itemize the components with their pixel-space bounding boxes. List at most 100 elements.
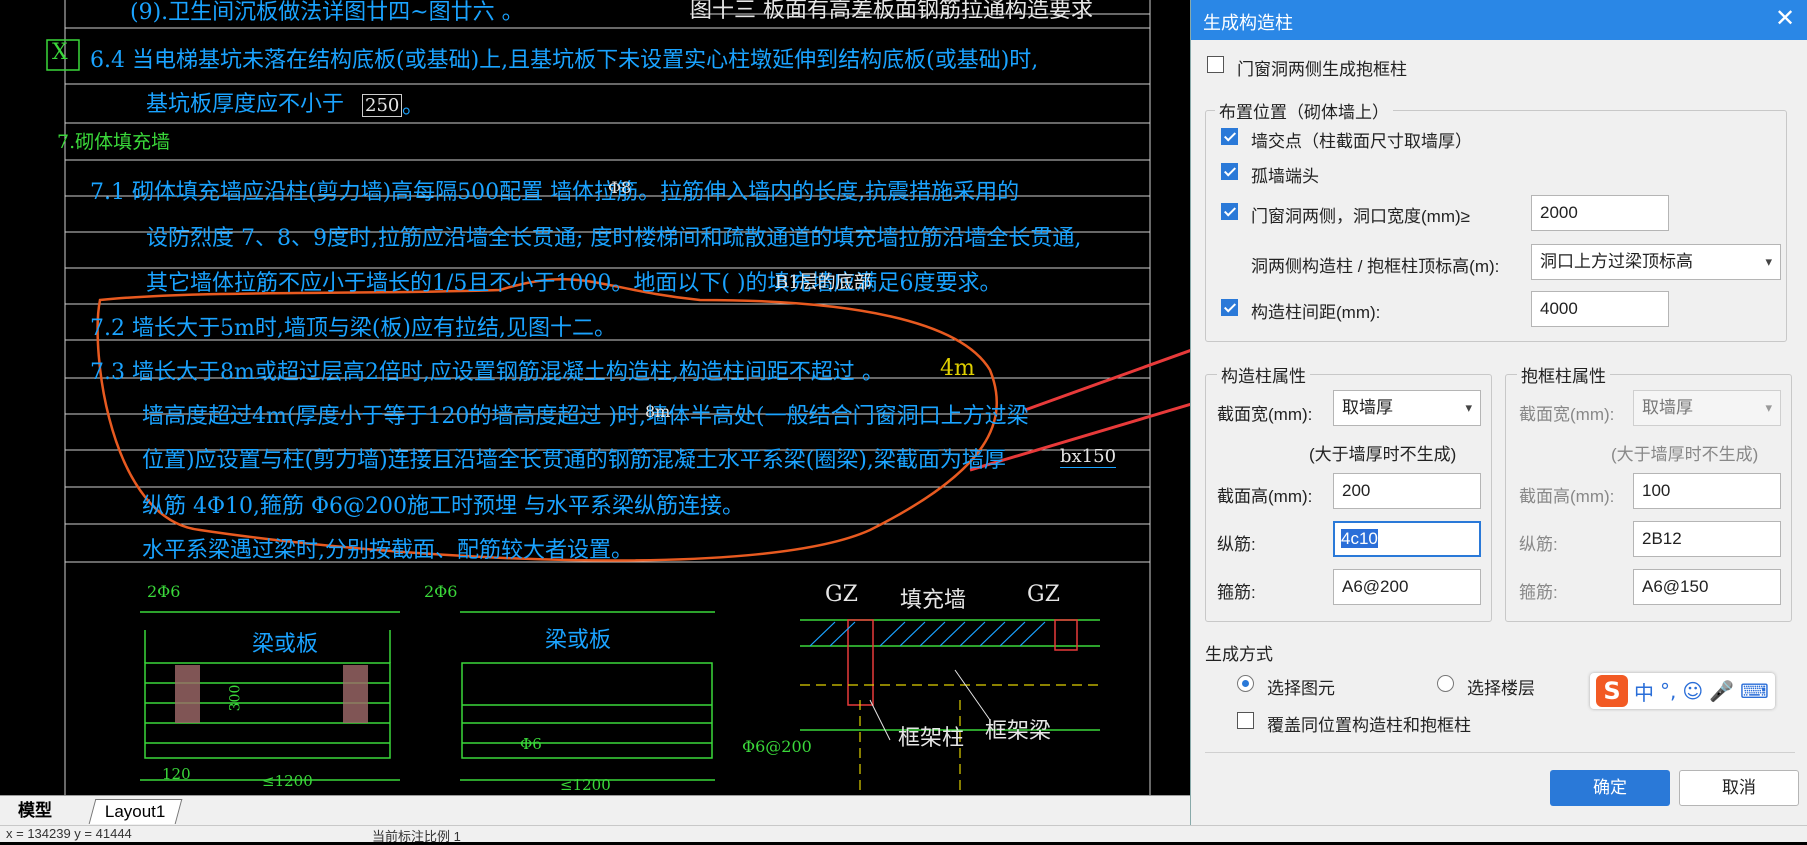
- bk-height-label: 截面高(mm):: [1519, 487, 1615, 506]
- bk-long-bar-input[interactable]: 2B12: [1633, 521, 1781, 557]
- bk-stirrup-label: 箍筋:: [1519, 583, 1558, 602]
- spacing-checkbox[interactable]: [1221, 299, 1238, 316]
- select-element-radio[interactable]: [1237, 675, 1254, 692]
- top-elevation-label: 洞两侧构造柱 / 抱框柱顶标高(m):: [1251, 257, 1500, 276]
- select-element-label: 选择图元: [1267, 679, 1335, 698]
- cad-line-72: 7.2 墙长大于5m时,墙顶与梁(板)应有拉结,见图十二。: [90, 316, 616, 341]
- keyboard-icon[interactable]: ⌨: [1740, 679, 1769, 703]
- bk-stirrup-input[interactable]: A6@150: [1633, 569, 1781, 605]
- cad-liangchengban-1: 梁或板: [252, 632, 319, 657]
- sogou-logo-icon: S: [1596, 675, 1628, 707]
- door-window-frame-checkbox[interactable]: [1207, 56, 1224, 73]
- status-bar: x = 134239 y = 41444 当前标注比例 1: [0, 825, 1807, 844]
- gz-stirrup-label: 箍筋:: [1217, 583, 1256, 602]
- cad-dim-1200-b: ≤1200: [560, 776, 611, 794]
- ime-lang[interactable]: 中: [1634, 677, 1654, 706]
- cad-d8: Φ8: [608, 178, 632, 197]
- gz-no-generate-note: (大于墙厚时不生成): [1309, 445, 1457, 464]
- cad-dim-120: 120: [162, 765, 191, 783]
- isolated-wall-end-checkbox[interactable]: [1221, 163, 1238, 180]
- tab-layout1-label: Layout1: [104, 802, 166, 821]
- cad-tianchongqiang: 填充墙: [900, 588, 967, 613]
- opening-sides-label: 门窗洞两侧，洞口宽度(mm)≥: [1251, 207, 1470, 226]
- tab-model[interactable]: 模型: [6, 799, 64, 823]
- cad-line-71b: 设防烈度 7、8、9度时,拉筋应沿墙全长贯通; 度时楼梯间和疏散通道的填充墙拉筋…: [146, 226, 1082, 251]
- gz-long-bar-input[interactable]: 4c10: [1333, 521, 1481, 557]
- gz-width-value: 取墙厚: [1342, 398, 1393, 417]
- ime-punct-icon[interactable]: °,: [1660, 679, 1676, 703]
- status-scale: 当前标注比例 1: [372, 829, 461, 844]
- spacing-label: 构造柱间距(mm):: [1251, 303, 1381, 322]
- cad-line-73b: 墙高度超过4m(厚度小于等于120的墙高度超过 )时,墙体半高处(一般结合门窗洞…: [142, 404, 1029, 429]
- select-floor-label: 选择楼层: [1467, 679, 1535, 698]
- gen-mode-label: 生成方式: [1205, 645, 1273, 664]
- dialog-separator: [1205, 752, 1795, 753]
- cad-line-73e: 水平系梁遇过梁时,分别按截面、配筋较大者设置。: [142, 538, 633, 563]
- opening-width-input[interactable]: 2000: [1531, 195, 1669, 231]
- bk-width-select[interactable]: 取墙厚: [1633, 390, 1781, 426]
- gz-stirrup-input[interactable]: A6@200: [1333, 569, 1481, 605]
- bk-long-bar-label: 纵筋:: [1519, 535, 1558, 554]
- cad-8m: 8m: [645, 402, 671, 421]
- dialog-title-bar[interactable]: 生成构造柱 ✕: [1191, 0, 1807, 40]
- cad-top-right: 图十三 板面有高差板面钢筋拉通构造要求: [690, 0, 1093, 23]
- cad-period: 。: [402, 94, 425, 119]
- select-floor-radio[interactable]: [1437, 675, 1454, 692]
- overwrite-checkbox[interactable]: [1237, 712, 1254, 729]
- top-elevation-value: 洞口上方过梁顶标高: [1540, 252, 1693, 271]
- cad-gz-2: GZ: [1027, 582, 1060, 607]
- bk-width-label: 截面宽(mm):: [1519, 405, 1615, 424]
- emoji-icon[interactable]: ☺: [1682, 679, 1703, 703]
- cad-section-7: 7.砌体填充墙: [57, 131, 171, 153]
- bk-width-value: 取墙厚: [1642, 398, 1693, 417]
- cad-floor-mark: B1层的底部: [775, 272, 872, 293]
- dialog-title: 生成构造柱: [1203, 13, 1293, 33]
- cad-250: 250: [362, 94, 403, 117]
- wall-intersection-checkbox[interactable]: [1221, 128, 1238, 145]
- cad-2d6: 2Φ6: [147, 582, 181, 601]
- opening-sides-checkbox[interactable]: [1221, 203, 1238, 220]
- gz-height-input[interactable]: 200: [1333, 473, 1481, 509]
- cancel-button[interactable]: 取消: [1679, 770, 1799, 806]
- cad-kuangjiazhu: 框架柱: [898, 726, 965, 751]
- overwrite-label: 覆盖同位置构造柱和抱框柱: [1267, 716, 1471, 735]
- cad-line-0: (9).卫生间沉板做法详图廿四~图廿六 。: [130, 0, 524, 25]
- door-window-frame-label: 门窗洞两侧生成抱框柱: [1237, 60, 1407, 79]
- gz-width-label: 截面宽(mm):: [1217, 405, 1313, 424]
- gz-width-select[interactable]: 取墙厚: [1333, 390, 1481, 426]
- layout-tab-bar: 模型 Layout1: [0, 795, 1190, 826]
- isolated-wall-end-label: 孤墙端头: [1251, 167, 1319, 186]
- ok-button[interactable]: 确定: [1550, 770, 1670, 806]
- cad-line-73: 7.3 墙长大于8m或超过层高2倍时,应设置钢筋混凝土构造柱,构造柱间距不超过 …: [90, 360, 884, 385]
- mic-icon[interactable]: 🎤: [1709, 679, 1734, 703]
- cad-liangchengban-2: 梁或板: [545, 628, 612, 653]
- cad-d6-200: Φ6@200: [742, 737, 812, 756]
- tab-layout1[interactable]: Layout1: [88, 799, 182, 824]
- top-elevation-select[interactable]: 洞口上方过梁顶标高: [1531, 244, 1781, 280]
- ime-toolbar[interactable]: S 中 °, ☺ 🎤 ⌨: [1590, 673, 1775, 709]
- cad-canvas[interactable]: (9).卫生间沉板做法详图廿四~图廿六 。 X 6.4 当电梯基坑未落在结构底板…: [0, 0, 1190, 795]
- cad-x-box: X: [52, 40, 68, 65]
- cad-gz-1: GZ: [825, 582, 858, 607]
- cad-line-2: 基坑板厚度应不小于: [146, 92, 345, 117]
- cad-bx150: bx150: [1060, 446, 1117, 468]
- cad-line-73d: 纵筋 4Φ10,箍筋 Φ6@200施工时预埋 与水平系梁纵筋连接。: [142, 494, 745, 519]
- cad-line-73c: 位置)应设置与柱(剪力墙)连接且沿墙全长贯通的钢筋混凝土水平系梁(圈梁),梁截面…: [142, 448, 1006, 473]
- bk-properties-label: 抱框柱属性: [1517, 362, 1610, 387]
- bk-no-generate-note: (大于墙厚时不生成): [1611, 445, 1759, 464]
- bk-height-input[interactable]: 100: [1633, 473, 1781, 509]
- close-icon[interactable]: ✕: [1772, 6, 1798, 32]
- cad-dim-300: 300: [227, 684, 244, 712]
- cad-line-71c: 其它墙体拉筋不应小于墙长的1/5且不小于1000。地面以下( )的填充墙应满足6…: [146, 271, 1002, 296]
- cad-d6: Φ6: [520, 735, 542, 753]
- cad-line-71: 7.1 砌体填充墙应沿柱(剪力墙)高每隔500配置 墙体拉筋。拉筋伸入墙内的长度…: [90, 180, 1020, 205]
- wall-intersection-label: 墙交点（柱截面尺寸取墙厚）: [1251, 132, 1472, 151]
- cad-2d6-b: 2Φ6: [424, 582, 458, 601]
- cad-kuangjialiang: 框架梁: [985, 719, 1052, 744]
- spacing-input[interactable]: 4000: [1531, 291, 1669, 327]
- gz-long-bar-label: 纵筋:: [1217, 535, 1256, 554]
- status-coords: x = 134239 y = 41444: [6, 826, 132, 841]
- cad-dim-1200-a: ≤1200: [262, 772, 313, 790]
- gz-long-bar-value: 4c10: [1341, 529, 1378, 548]
- gz-height-label: 截面高(mm):: [1217, 487, 1313, 506]
